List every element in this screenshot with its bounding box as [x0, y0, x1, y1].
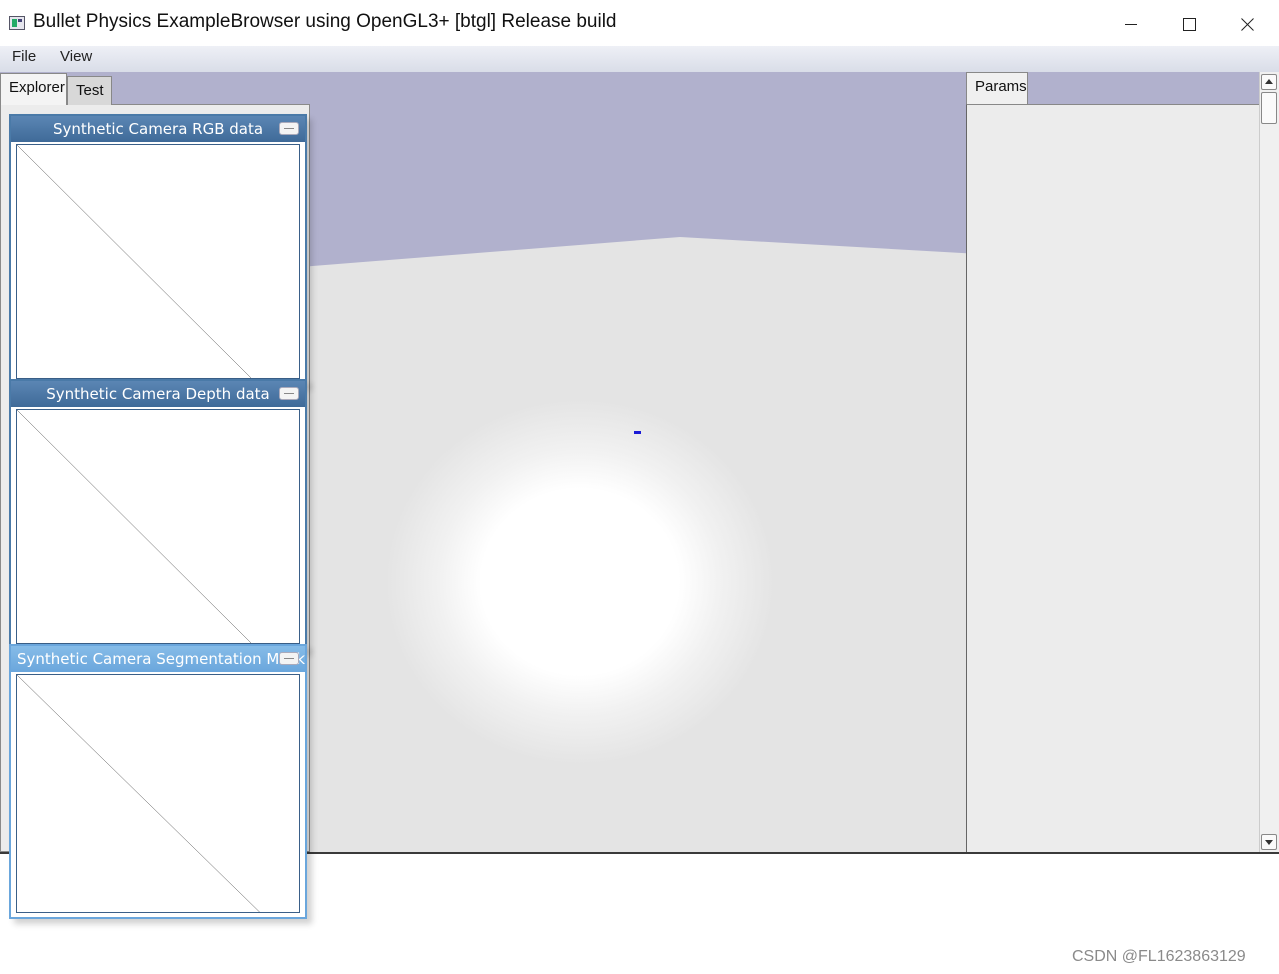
- camera-segmentation-window[interactable]: Synthetic Camera Segmentation Mask: [9, 644, 307, 919]
- collapse-icon[interactable]: [279, 652, 299, 665]
- vertical-scrollbar[interactable]: [1259, 72, 1279, 852]
- camera-segmentation-title: Synthetic Camera Segmentation Mask: [17, 650, 305, 668]
- empty-image-diagonal: [17, 675, 299, 912]
- app-icon: [9, 16, 25, 30]
- params-panel: [966, 104, 1259, 852]
- camera-rgb-window[interactable]: Synthetic Camera RGB data: [9, 114, 307, 385]
- light-spot: [330, 347, 830, 817]
- tab-test[interactable]: Test: [67, 76, 112, 105]
- menu-bar: File View: [0, 46, 1279, 72]
- scroll-up-arrow-icon[interactable]: [1261, 74, 1277, 90]
- camera-segmentation-header[interactable]: Synthetic Camera Segmentation Mask: [11, 646, 305, 672]
- camera-depth-image: [16, 409, 300, 644]
- empty-image-diagonal: [17, 410, 299, 643]
- close-button[interactable]: [1232, 9, 1262, 39]
- camera-depth-window[interactable]: Synthetic Camera Depth data: [9, 379, 307, 650]
- camera-rgb-title: Synthetic Camera RGB data: [52, 120, 264, 138]
- maximize-button[interactable]: [1174, 9, 1204, 39]
- menu-view[interactable]: View: [60, 48, 92, 65]
- watermark: CSDN @FL1623863129: [1072, 948, 1246, 965]
- tab-params[interactable]: Params: [966, 72, 1028, 104]
- tab-explorer[interactable]: Explorer: [0, 73, 67, 105]
- scroll-thumb[interactable]: [1261, 92, 1277, 124]
- scroll-down-arrow-icon[interactable]: [1261, 834, 1277, 850]
- collapse-icon[interactable]: [279, 122, 299, 135]
- params-tab-bar: Params: [966, 72, 1266, 105]
- camera-depth-header[interactable]: Synthetic Camera Depth data: [11, 381, 305, 407]
- camera-segmentation-image: [16, 674, 300, 913]
- camera-rgb-image: [16, 144, 300, 379]
- title-bar: Bullet Physics ExampleBrowser using Open…: [0, 0, 1279, 46]
- camera-rgb-header[interactable]: Synthetic Camera RGB data: [11, 116, 305, 142]
- collapse-icon[interactable]: [279, 387, 299, 400]
- empty-image-diagonal: [17, 145, 299, 378]
- window-title: Bullet Physics ExampleBrowser using Open…: [33, 11, 617, 32]
- menu-file[interactable]: File: [12, 48, 36, 65]
- explorer-tab-bar: Explorer Test: [0, 73, 320, 105]
- scene-marker: [634, 431, 641, 434]
- minimize-button[interactable]: [1116, 9, 1146, 39]
- camera-depth-title: Synthetic Camera Depth data: [46, 385, 270, 403]
